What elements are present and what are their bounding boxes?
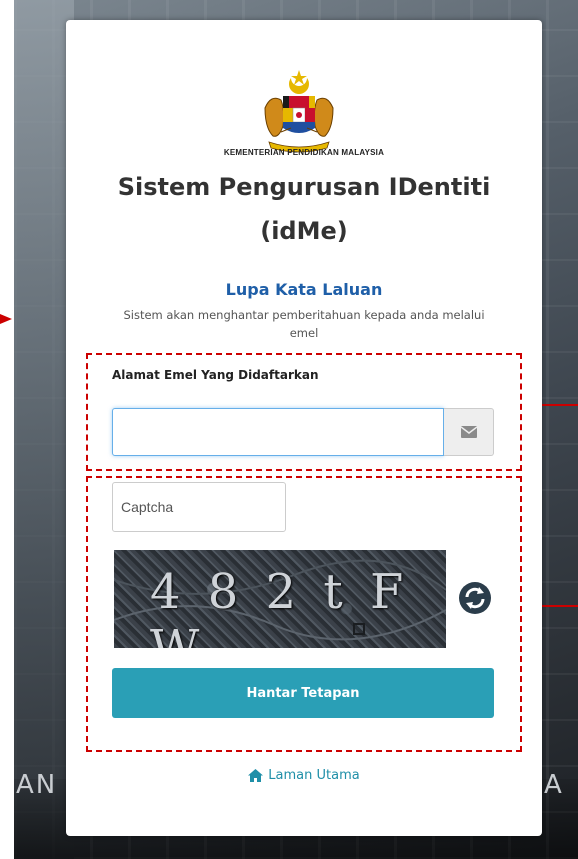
home-link-label: Laman Utama	[268, 768, 360, 783]
page-title-line-1: Sistem Pengurusan IDentiti	[117, 173, 491, 201]
home-icon	[248, 769, 264, 782]
email-input[interactable]	[112, 408, 444, 456]
background-signage-left: AN	[16, 770, 58, 800]
captcha-input[interactable]	[112, 482, 286, 532]
forgot-password-heading: Lupa Kata Laluan	[225, 280, 383, 299]
email-addon	[444, 408, 494, 456]
home-link[interactable]: Laman Utama	[248, 768, 360, 783]
page-title-line-2: (idMe)	[260, 217, 348, 245]
envelope-icon	[460, 426, 477, 438]
refresh-captcha-icon[interactable]	[458, 581, 492, 615]
email-input-group	[112, 408, 494, 460]
captcha-code-text: 4 8 2 t F W	[150, 564, 410, 648]
forgot-password-description: Sistem akan menghantar pemberitahuan kep…	[123, 308, 485, 340]
home-link-container: Laman Utama	[66, 768, 542, 786]
page-title: Sistem Pengurusan IDentiti (idMe)	[66, 165, 542, 253]
background-light-area	[14, 0, 74, 859]
annotation-arrow-icon	[0, 314, 12, 324]
background-signage-right: A	[544, 770, 564, 800]
email-label: Alamat Emel Yang Didaftarkan	[112, 368, 319, 382]
forgot-password-card: KEMENTERIAN PENDIDIKAN MALAYSIA Sistem P…	[66, 20, 542, 836]
ministry-name: KEMENTERIAN PENDIDIKAN MALAYSIA	[223, 148, 385, 157]
submit-button[interactable]: Hantar Tetapan	[112, 668, 494, 718]
captcha-image: 4 8 2 t F W	[114, 550, 446, 648]
